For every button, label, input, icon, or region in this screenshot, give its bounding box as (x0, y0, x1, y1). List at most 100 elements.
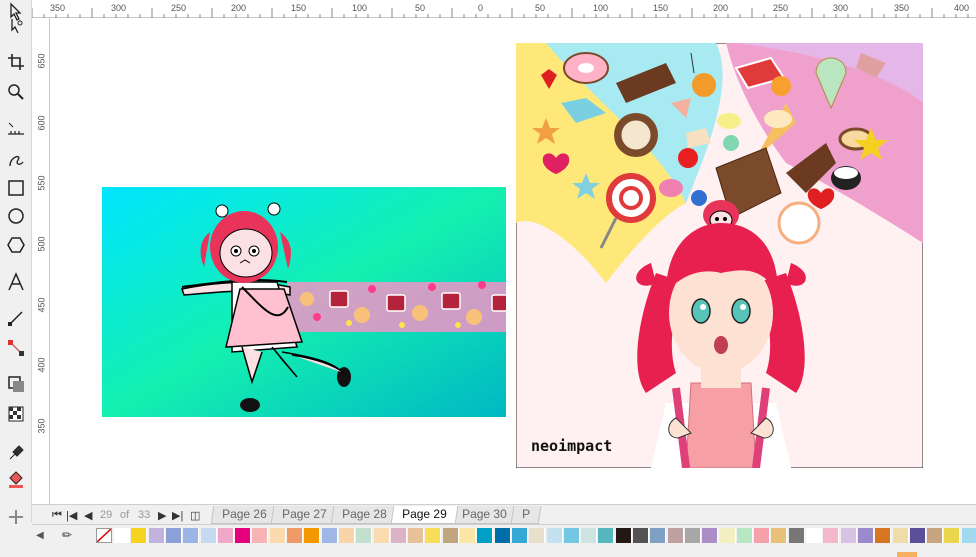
eyedropper-icon[interactable]: ✏ (62, 528, 72, 542)
pen-tool-icon[interactable] (4, 148, 28, 172)
crop-tool-icon[interactable] (4, 50, 28, 74)
color-swatch[interactable] (633, 528, 649, 543)
next-page-button[interactable]: ▶ (158, 509, 166, 522)
color-swatch[interactable] (252, 528, 269, 543)
rectangle-tool-icon[interactable] (4, 176, 28, 200)
color-swatch[interactable] (529, 528, 546, 543)
pattern-tool-icon[interactable] (4, 402, 28, 426)
color-swatch[interactable] (702, 528, 719, 543)
of-label: of (120, 509, 130, 521)
color-swatch[interactable] (892, 528, 909, 543)
color-swatch[interactable] (183, 528, 200, 543)
color-swatch[interactable] (408, 528, 425, 543)
gradient-tool-icon[interactable] (4, 336, 28, 360)
candy-beam (287, 281, 506, 332)
drawing-canvas[interactable]: neoimpact (50, 18, 976, 504)
color-swatch[interactable] (598, 528, 615, 543)
color-swatch[interactable] (650, 528, 667, 543)
color-swatch[interactable] (961, 528, 976, 543)
color-swatch[interactable] (615, 528, 632, 543)
ruler-label: 350 (894, 3, 910, 13)
color-swatch[interactable] (754, 528, 771, 543)
ruler-label: 250 (171, 3, 187, 13)
color-swatch[interactable] (840, 528, 857, 543)
page-tab[interactable]: P (510, 506, 542, 524)
fill-tool-icon[interactable] (4, 468, 28, 492)
color-swatch[interactable] (425, 528, 442, 543)
text-tool-icon[interactable] (4, 270, 28, 294)
first-page-button-2[interactable]: |◀ (66, 509, 77, 522)
color-swatch[interactable] (806, 528, 822, 543)
color-swatch[interactable] (304, 528, 321, 543)
color-swatch[interactable] (494, 528, 511, 543)
ruler-label: 400 (954, 3, 970, 13)
first-page-button[interactable]: ⏮ (52, 509, 62, 522)
duplicate-tool-icon[interactable] (4, 372, 28, 396)
last-page-button[interactable]: ▶| (172, 509, 183, 522)
current-page-number[interactable]: 29 (100, 509, 112, 521)
color-swatch[interactable] (823, 528, 840, 543)
candy-poster-artwork[interactable]: neoimpact (516, 43, 923, 468)
page-tab[interactable]: Page 26 (210, 506, 278, 524)
color-swatch[interactable] (563, 528, 580, 543)
color-swatch[interactable] (200, 528, 217, 543)
color-swatch[interactable] (114, 528, 130, 543)
color-swatch[interactable] (356, 528, 373, 543)
color-swatch[interactable] (442, 528, 459, 543)
color-swatch[interactable] (148, 528, 165, 543)
color-swatch[interactable] (927, 528, 944, 543)
page-bar: ⏮ |◀ ◀ 29 of 33 ▶ ▶| ◫ Page 26 Page 27 P… (32, 504, 976, 524)
color-swatch[interactable] (719, 528, 736, 543)
color-swatch[interactable] (788, 528, 805, 543)
color-swatch[interactable] (338, 528, 355, 543)
chibi-candy-artwork[interactable] (102, 187, 506, 417)
page-tab[interactable]: Page 27 (270, 506, 338, 524)
color-swatch[interactable] (235, 528, 252, 543)
page-tab[interactable]: Page 28 (330, 506, 398, 524)
color-swatch[interactable] (771, 528, 788, 543)
color-swatch[interactable] (684, 528, 701, 543)
color-swatch[interactable] (546, 528, 563, 543)
page-tab-active[interactable]: Page 29 (390, 506, 458, 524)
color-swatch[interactable] (944, 528, 961, 543)
color-swatch[interactable] (373, 528, 390, 543)
color-swatch[interactable] (511, 528, 528, 543)
ruler-label: 550 (36, 175, 47, 191)
ruler-label: 300 (111, 3, 127, 13)
horizontal-ruler: 350 300 250 200 150 100 50 0 50 100 150 … (32, 0, 976, 18)
ruler-label: 50 (535, 3, 546, 13)
prev-page-button[interactable]: ◀ (84, 509, 92, 522)
color-swatch[interactable] (875, 528, 892, 543)
ruler-label: 350 (36, 418, 47, 434)
color-swatch[interactable] (131, 528, 148, 543)
color-swatch[interactable] (165, 528, 182, 543)
page-tab[interactable]: Page 30 (450, 506, 518, 524)
connector-tool-icon[interactable] (4, 306, 28, 330)
ruler-label: 600 (36, 115, 47, 131)
color-swatch[interactable] (581, 528, 598, 543)
color-swatch[interactable] (477, 528, 494, 543)
dropper-tool-icon[interactable] (4, 440, 28, 464)
zoom-tool-icon[interactable] (4, 80, 28, 104)
ellipse-tool-icon[interactable] (4, 204, 28, 228)
ruler-label: 500 (36, 236, 47, 252)
ruler-label: 0 (478, 3, 484, 13)
polygon-tool-icon[interactable] (4, 233, 28, 257)
color-swatch[interactable] (390, 528, 407, 543)
add-page-icon[interactable]: ◫ (190, 509, 200, 522)
color-swatch[interactable] (909, 528, 926, 543)
color-swatch[interactable] (269, 528, 286, 543)
color-swatch[interactable] (857, 528, 874, 543)
color-swatch[interactable] (460, 528, 476, 543)
node-tool-icon[interactable] (4, 14, 28, 38)
color-swatch[interactable] (217, 528, 234, 543)
color-swatch[interactable] (736, 528, 753, 543)
palette-menu-icon[interactable]: ◀ (36, 530, 44, 541)
add-tool-icon[interactable] (4, 510, 28, 524)
no-color-swatch[interactable] (96, 528, 112, 543)
color-swatch[interactable] (321, 528, 338, 543)
color-swatch[interactable] (667, 528, 684, 543)
vertical-ruler: 650 600 550 500 450 400 350 (32, 18, 50, 504)
color-swatch[interactable] (287, 528, 303, 543)
measure-tool-icon[interactable] (4, 118, 28, 142)
